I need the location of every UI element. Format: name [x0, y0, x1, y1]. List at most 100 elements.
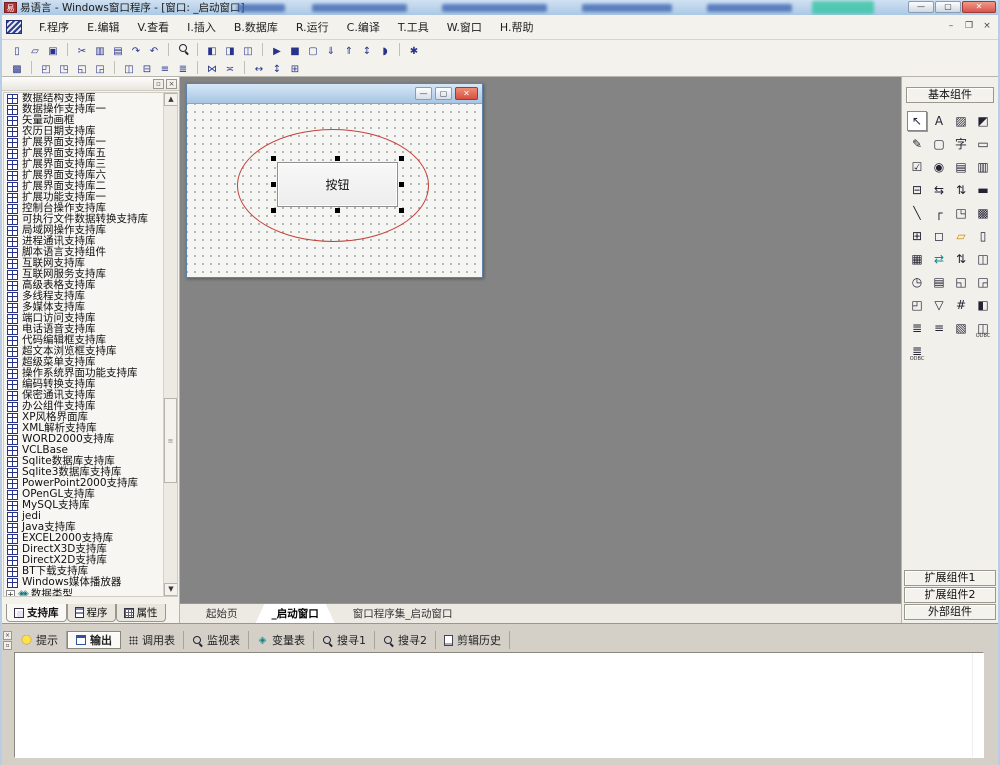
- panel-layout-left-icon[interactable]: ◧: [197, 41, 221, 57]
- form-button[interactable]: 按钮: [277, 162, 398, 207]
- panel-layout-bottom-icon[interactable]: ◨: [221, 41, 239, 57]
- imagebox-icon[interactable]: ▩: [973, 203, 993, 223]
- cursor-icon[interactable]: ↖: [907, 110, 927, 131]
- menu-item[interactable]: H.帮助: [491, 16, 543, 38]
- resize-handle[interactable]: [399, 182, 404, 187]
- tab-support-libraries[interactable]: 支持库: [6, 604, 67, 622]
- library-tree-item[interactable]: Windows媒体播放器: [4, 577, 177, 588]
- find-icon[interactable]: [168, 41, 192, 57]
- same-height-icon[interactable]: ≍: [221, 59, 239, 75]
- step-over-icon[interactable]: ↕: [358, 41, 376, 57]
- close-button[interactable]: ✕: [962, 1, 996, 13]
- frame-icon[interactable]: ▭: [973, 134, 993, 154]
- tab-properties[interactable]: 属性: [115, 604, 166, 622]
- monitor-icon[interactable]: ◫: [973, 249, 993, 269]
- resize-handle[interactable]: [399, 208, 404, 213]
- updown-icon[interactable]: ⇅: [951, 249, 971, 269]
- picture-icon[interactable]: ▨: [951, 111, 971, 131]
- snap-grid-icon[interactable]: ▩: [8, 59, 26, 75]
- resize-handle[interactable]: [335, 208, 340, 213]
- run-icon[interactable]: ▶: [262, 41, 286, 57]
- folder-icon[interactable]: ▱: [951, 226, 971, 246]
- scrollbar-thumb[interactable]: ≡: [164, 398, 177, 483]
- designer-maximize-button[interactable]: ▢: [435, 87, 452, 100]
- menu-item[interactable]: E.编辑: [78, 16, 128, 38]
- pause-icon[interactable]: ◗: [376, 41, 394, 57]
- same-width-icon[interactable]: ⋈: [197, 59, 221, 75]
- picture2-icon[interactable]: ▧: [951, 318, 971, 338]
- center-vertical-icon[interactable]: ⊟: [138, 59, 156, 75]
- horizontal-splitter[interactable]: [2, 623, 998, 630]
- line-icon[interactable]: ╲: [907, 203, 927, 223]
- resize-handle[interactable]: [271, 208, 276, 213]
- db-table-icon[interactable]: ≣: [907, 318, 927, 338]
- bottom-panel-dock-icon[interactable]: ▫: [3, 641, 12, 650]
- tab-hints[interactable]: 提示: [13, 631, 67, 649]
- align-left-icon[interactable]: ◰: [31, 59, 55, 75]
- maximize-button[interactable]: ▢: [935, 1, 961, 13]
- disk-icon[interactable]: ◳: [951, 203, 971, 223]
- table-icon[interactable]: ▦: [907, 249, 927, 269]
- new-file-icon[interactable]: ▯: [8, 41, 26, 57]
- designer-close-button[interactable]: ✕: [455, 87, 478, 100]
- resize-handle[interactable]: [271, 182, 276, 187]
- document-icon[interactable]: ▯: [973, 226, 993, 246]
- stop-icon[interactable]: ■: [286, 41, 304, 57]
- mdi-restore-icon[interactable]: ❒: [962, 19, 976, 32]
- output-scrollbar[interactable]: [972, 653, 983, 757]
- align-top-icon[interactable]: ◱: [73, 59, 91, 75]
- find-text-icon[interactable]: ✱: [399, 41, 423, 57]
- tab-output[interactable]: 输出: [67, 631, 121, 649]
- tab-startup-window[interactable]: _启动窗口: [256, 604, 335, 623]
- align-bottom-icon[interactable]: ◲: [91, 59, 109, 75]
- menu-item[interactable]: I.插入: [178, 16, 225, 38]
- window-icon[interactable]: ◰: [907, 295, 927, 315]
- window-out-icon[interactable]: ◲: [973, 272, 993, 292]
- vscrollbar-icon[interactable]: ⇅: [951, 180, 971, 200]
- mdi-minimize-icon[interactable]: –: [944, 19, 958, 32]
- shape-icon[interactable]: ◩: [973, 111, 993, 131]
- tab-start-page[interactable]: 起始页: [190, 604, 254, 623]
- checkbox-icon[interactable]: ☑: [907, 157, 927, 177]
- panel-layout-both-icon[interactable]: ◫: [239, 41, 257, 57]
- groupbox-icon[interactable]: ▢: [929, 134, 949, 154]
- menu-item[interactable]: T.工具: [389, 16, 438, 38]
- palette-group-button[interactable]: 扩展组件1: [904, 570, 996, 586]
- listview-icon[interactable]: ▥: [973, 157, 993, 177]
- palette-group-button[interactable]: 扩展组件2: [904, 587, 996, 603]
- edit-icon[interactable]: ✎: [907, 134, 927, 154]
- space-across-icon[interactable]: ≡: [156, 59, 174, 75]
- combobox-icon[interactable]: ⊟: [907, 180, 927, 200]
- scroll-up-icon[interactable]: ▲: [164, 93, 177, 106]
- space-down-icon[interactable]: ≣: [174, 59, 192, 75]
- bottom-panel-close-icon[interactable]: ×: [3, 631, 12, 640]
- label-icon[interactable]: A: [929, 111, 949, 131]
- save-icon[interactable]: ▣: [44, 41, 62, 57]
- text-label-icon[interactable]: 字: [951, 134, 971, 154]
- menu-item[interactable]: R.运行: [287, 16, 338, 38]
- resize-handle[interactable]: [335, 156, 340, 161]
- datatype-tree-node[interactable]: + ◈◈ 数据类型: [4, 588, 177, 596]
- panel-close-button[interactable]: ×: [166, 78, 177, 89]
- network-icon[interactable]: ⇄: [929, 249, 949, 269]
- window-in-icon[interactable]: ◱: [951, 272, 971, 292]
- container-icon[interactable]: ┌: [929, 203, 949, 223]
- center-horizontal-icon[interactable]: ◫: [114, 59, 138, 75]
- tab-control-icon[interactable]: ◧: [973, 295, 993, 315]
- hscrollbar-icon[interactable]: ⇆: [929, 180, 949, 200]
- step-out-icon[interactable]: ⇑: [340, 41, 358, 57]
- grid-icon[interactable]: #: [951, 295, 971, 315]
- tab-search-2[interactable]: 搜寻2: [375, 631, 436, 649]
- odbc-icon[interactable]: ◫ ODBC: [973, 318, 993, 339]
- designer-minimize-button[interactable]: —: [415, 87, 432, 100]
- resize-handle[interactable]: [271, 156, 276, 161]
- button-icon[interactable]: ◻: [929, 226, 949, 246]
- redo-icon[interactable]: ↷: [127, 41, 145, 57]
- tab-program[interactable]: 程序: [66, 604, 116, 622]
- size-height-icon[interactable]: ↕: [268, 59, 286, 75]
- funnel-icon[interactable]: ▽: [929, 295, 949, 315]
- tab-variable-table[interactable]: ◈ 变量表: [249, 631, 314, 649]
- basic-components-button[interactable]: 基本组件: [906, 87, 994, 103]
- menu-item[interactable]: B.数据库: [225, 16, 287, 38]
- tab-call-table[interactable]: 调用表: [121, 631, 184, 649]
